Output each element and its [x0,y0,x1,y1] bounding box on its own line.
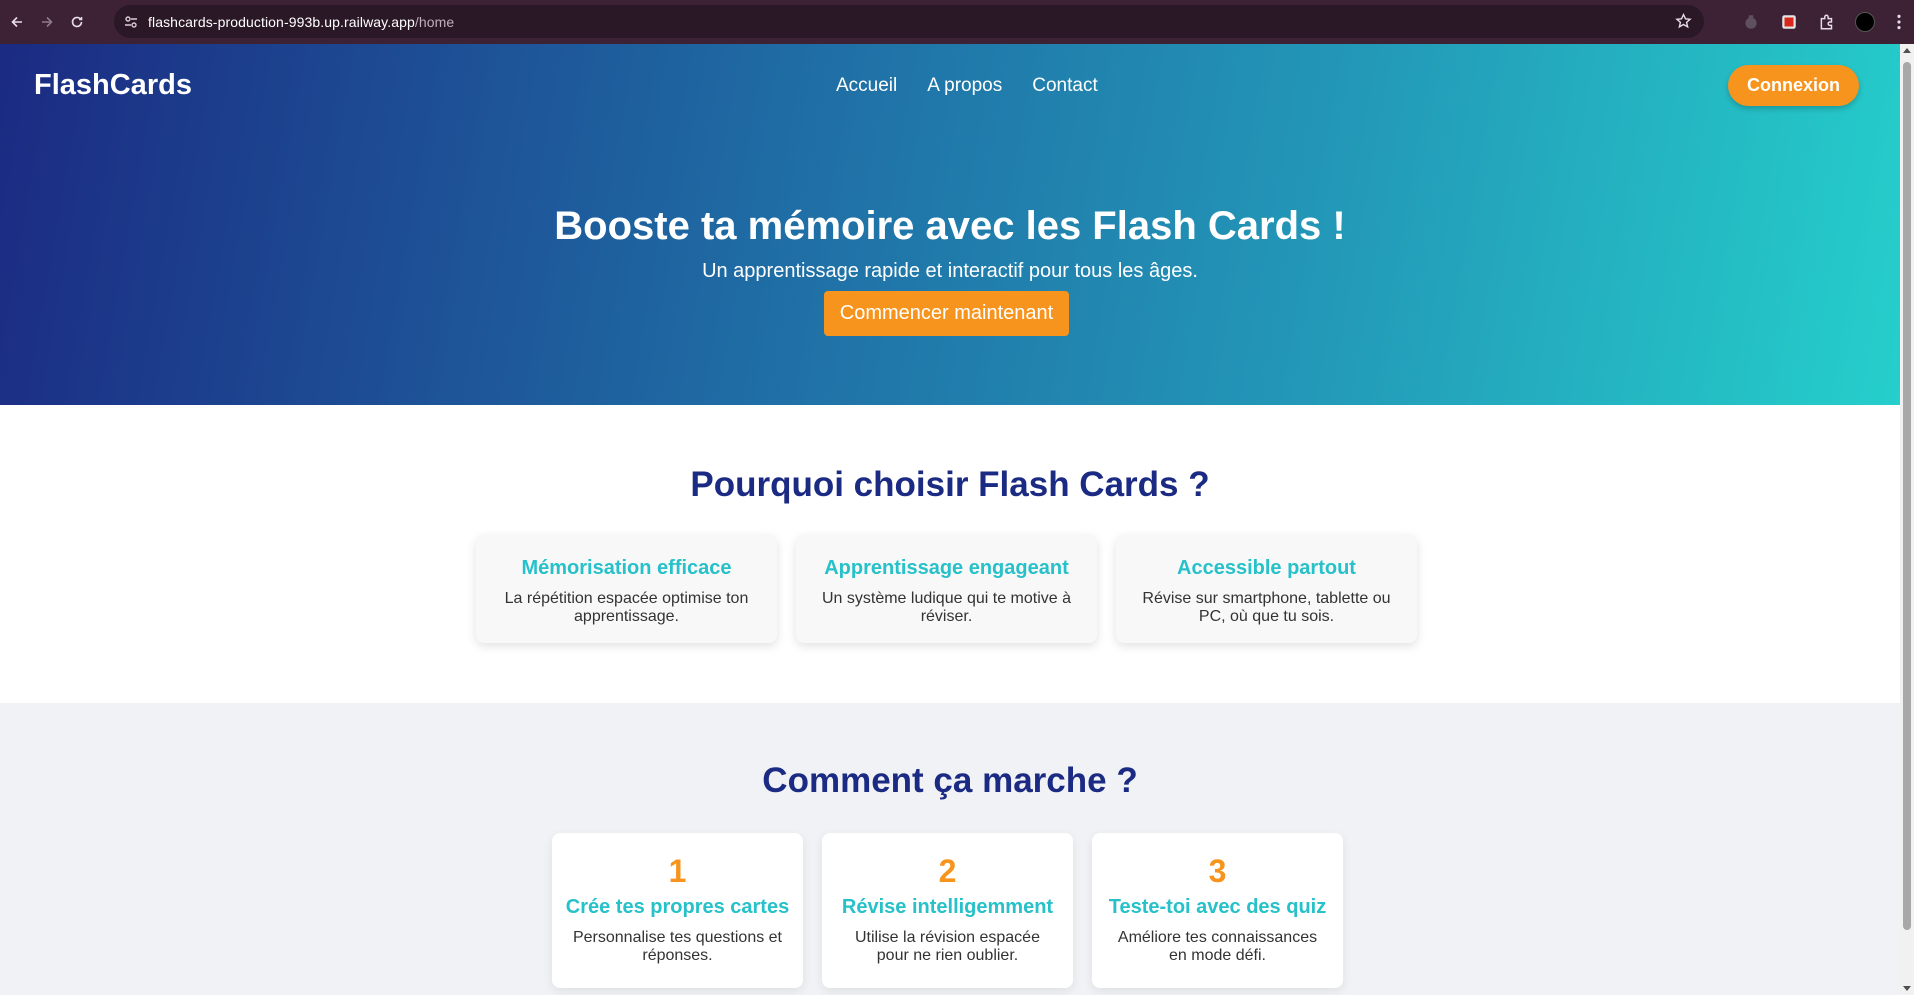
hero-title: Booste ta mémoire avec les Flash Cards ! [554,204,1346,248]
step-card: 1 Crée tes propres cartes Personnalise t… [552,833,803,988]
step-card: 2 Révise intelligemment Utilise la révis… [822,833,1073,988]
step-title: Crée tes propres cartes [565,896,790,918]
login-button[interactable]: Connexion [1728,65,1859,106]
url-host: flashcards-production-993b.up.railway.ap… [148,13,415,30]
page-scrollbar[interactable] [1900,44,1914,995]
bookmark-star-icon[interactable] [1675,13,1692,30]
start-now-button[interactable]: Commencer maintenant [824,291,1069,336]
feature-card-title: Apprentissage engageant [824,557,1069,579]
forward-icon[interactable] [32,7,62,37]
how-section-title: Comment ça marche ? [762,761,1138,800]
main-nav: Accueil A propos Contact [836,75,1128,97]
browser-menu-icon[interactable] [1884,0,1914,44]
feature-card: Accessible partout Révise sur smartphone… [1116,535,1417,643]
scroll-up-arrow-icon[interactable] [1903,48,1911,53]
pdf-extension-icon[interactable] [1770,0,1808,44]
feature-card: Mémorisation efficace La répétition espa… [476,535,777,643]
browser-toolbar: flashcards-production-993b.up.railway.ap… [0,0,1914,44]
address-bar[interactable]: flashcards-production-993b.up.railway.ap… [114,5,1704,38]
feature-card-text: La répétition espacée optimise ton appre… [504,590,749,625]
step-text: Utilise la révision espacée pour ne rien… [855,929,1040,964]
reload-icon[interactable] [62,7,92,37]
step-number: 3 [1208,853,1227,889]
step-title: Révise intelligemment [841,896,1054,918]
why-section-title: Pourquoi choisir Flash Cards ? [690,465,1210,504]
how-it-works-section: Comment ça marche ? 1 Crée tes propres c… [0,703,1900,995]
feature-card-title: Mémorisation efficace [521,557,732,579]
nav-link-a-propos[interactable]: A propos [927,75,1002,97]
step-text: Améliore tes connaissances en mode défi. [1117,929,1318,964]
scrollbar-thumb[interactable] [1903,62,1911,930]
extensions-puzzle-icon[interactable] [1808,0,1846,44]
step-number: 2 [938,853,957,889]
url-path: /home [414,13,455,30]
feature-card: Apprentissage engageant Un système ludiq… [796,535,1097,643]
hero-subtitle: Un apprentissage rapide et interactif po… [702,260,1198,282]
nav-link-accueil[interactable]: Accueil [836,75,897,97]
profile-avatar[interactable] [1846,0,1884,44]
scroll-down-arrow-icon[interactable] [1903,986,1911,991]
step-number: 1 [668,853,687,889]
step-text: Personnalise tes questions et réponses. [572,929,782,964]
extension-puzzle-grey-icon[interactable] [1732,0,1770,44]
page-viewport: FlashCards Accueil A propos Contact Conn… [0,44,1900,995]
why-section: Pourquoi choisir Flash Cards ? Mémorisat… [0,405,1900,703]
site-logo[interactable]: FlashCards [34,69,192,102]
hero-section: FlashCards Accueil A propos Contact Conn… [0,44,1900,405]
nav-link-contact[interactable]: Contact [1032,75,1097,97]
back-icon[interactable] [2,7,32,37]
step-title: Teste-toi avec des quiz [1108,896,1327,918]
feature-card-title: Accessible partout [1177,557,1356,579]
feature-card-text: Révise sur smartphone, tablette ou PC, o… [1142,590,1391,625]
url-text: flashcards-production-993b.up.railway.ap… [148,14,454,30]
step-card: 3 Teste-toi avec des quiz Améliore tes c… [1092,833,1343,988]
site-settings-icon[interactable] [114,5,148,38]
feature-card-text: Un système ludique qui te motive à révis… [821,590,1071,625]
